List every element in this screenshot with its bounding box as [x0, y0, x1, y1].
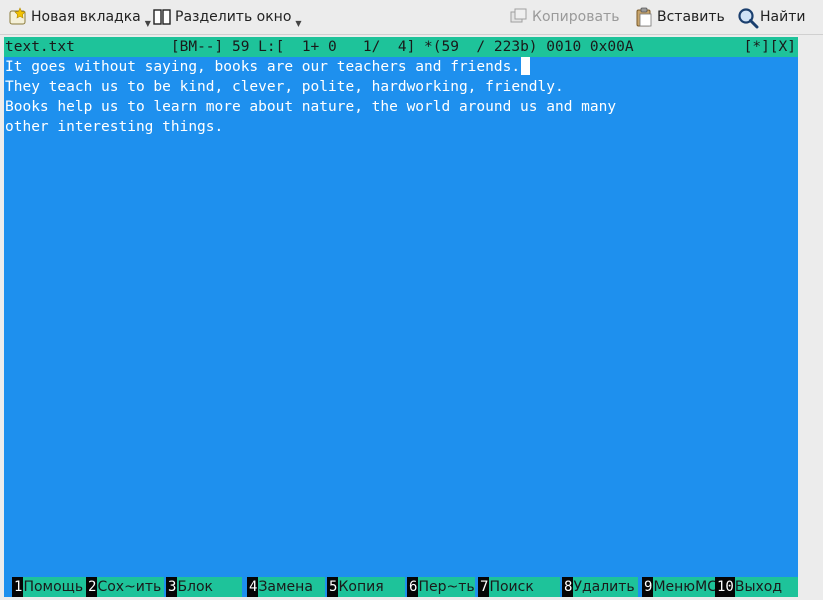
- editor-filename: text.txt: [5, 39, 75, 55]
- editor-area[interactable]: text.txt [BM--] 59 L:[ 1+ 0 1/ 4] *(59 /…: [4, 37, 798, 597]
- fkey-save[interactable]: 2 Сох~ить: [86, 577, 164, 597]
- split-window-label: Разделить окно: [175, 9, 292, 25]
- current-line: It goes without saying, books are our te…: [5, 59, 521, 75]
- editor-status-line: text.txt [BM--] 59 L:[ 1+ 0 1/ 4] *(59 /…: [4, 37, 798, 57]
- fkey-delete[interactable]: 8 Удалить: [562, 577, 638, 597]
- fkey-replace[interactable]: 4 Замена: [247, 577, 325, 597]
- text-line[interactable]: other interesting things.: [5, 117, 795, 137]
- fkey-move[interactable]: 6 Пер~ть: [407, 577, 475, 597]
- paste-button[interactable]: Вставить: [634, 4, 725, 30]
- find-label: Найти: [760, 9, 806, 25]
- editor-status: [BM--] 59 L:[ 1+ 0 1/ 4] *(59 / 223b) 00…: [170, 39, 634, 55]
- fkey-menu[interactable]: 9 МенюMC: [642, 577, 717, 597]
- fkey-search[interactable]: 7 Поиск: [478, 577, 560, 597]
- new-tab-label: Новая вкладка: [31, 9, 141, 25]
- text-line[interactable]: They teach us to be kind, clever, polite…: [5, 77, 795, 97]
- paste-label: Вставить: [657, 9, 725, 25]
- fkey-block[interactable]: 3 Блок: [166, 577, 242, 597]
- find-button[interactable]: Найти: [737, 4, 805, 30]
- toolbar: Новая вкладка ▼ Разделить окно ▼ Копиров…: [0, 0, 823, 35]
- copy-label: Копировать: [532, 9, 620, 25]
- text-line[interactable]: It goes without saying, books are our te…: [5, 57, 795, 77]
- new-tab-icon: [8, 7, 28, 27]
- fkey-exit[interactable]: 10 Выход: [715, 577, 798, 597]
- search-icon: [737, 7, 759, 29]
- fkey-copy[interactable]: 5 Копия: [327, 577, 405, 597]
- text-line[interactable]: Books help us to learn more about nature…: [5, 97, 795, 117]
- window-scrollbar[interactable]: [798, 37, 823, 600]
- chevron-down-icon[interactable]: ▼: [145, 19, 151, 28]
- copy-icon: [509, 7, 529, 27]
- text-cursor: [521, 57, 531, 75]
- split-window-button[interactable]: Разделить окно ▼: [152, 4, 302, 30]
- fkey-help[interactable]: 1 Помощь: [12, 577, 90, 597]
- new-tab-button[interactable]: Новая вкладка ▼: [8, 4, 151, 30]
- editor-flags[interactable]: [*][X]: [744, 37, 796, 57]
- clipboard-icon: [634, 7, 654, 27]
- function-key-bar: 1 Помощь 2 Сох~ить 3 Блок 4 Замена 5 Копия 6П…: [4, 577, 798, 597]
- editor-text[interactable]: It goes without saying, books are our te…: [5, 57, 795, 137]
- chevron-down-icon[interactable]: ▼: [295, 19, 301, 28]
- split-window-icon: [152, 7, 172, 27]
- copy-button[interactable]: Копировать: [509, 4, 619, 30]
